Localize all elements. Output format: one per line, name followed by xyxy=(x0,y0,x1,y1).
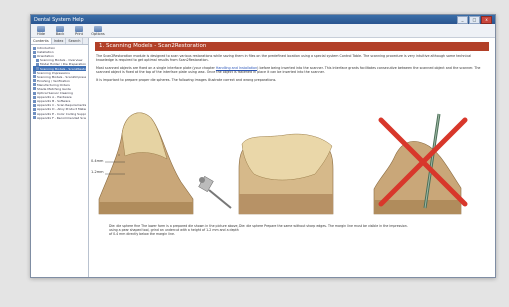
tab-index[interactable]: Index xyxy=(52,38,67,44)
figure-2-caption: Die: die sphere Prepare the same without… xyxy=(239,224,408,228)
book-icon xyxy=(33,103,36,107)
maximize-button[interactable]: □ xyxy=(469,15,480,24)
back-button[interactable]: Back xyxy=(53,25,67,36)
book-icon xyxy=(33,75,36,79)
book-icon xyxy=(33,116,36,120)
book-icon xyxy=(33,54,36,58)
book-icon xyxy=(36,58,39,62)
toolbar: Hide Back Print Options xyxy=(31,24,495,38)
close-button[interactable]: x xyxy=(481,15,492,24)
mounting-text-start: Most scanned objects are fixed on a sing… xyxy=(96,65,215,70)
title-bar: Dental System Help _ □ x xyxy=(31,15,495,24)
book-icon xyxy=(36,67,39,71)
book-icon xyxy=(33,107,36,111)
mounting-paragraph: Most scanned objects are fixed on a sing… xyxy=(96,66,488,75)
handling-link[interactable]: Handling and Installation xyxy=(216,66,257,70)
book-icon xyxy=(33,99,36,103)
tree-item-label: Appendix F - Recommended Scan Setup xyxy=(37,115,86,120)
undercut-height-label: 1-2mm xyxy=(91,170,104,174)
contents-tree: Introduction Installation Orientation Scann… xyxy=(31,45,88,121)
die-illustrations xyxy=(98,112,468,215)
book-icon xyxy=(33,50,36,54)
book-icon xyxy=(33,46,36,50)
undercut-depth-label: 0.4mm xyxy=(91,159,104,163)
tree-item[interactable]: Appendix F - Recommended Scan Setup xyxy=(33,116,86,120)
smooth-die-figure xyxy=(238,133,334,215)
tab-search[interactable]: Search xyxy=(66,38,84,44)
help-window: Dental System Help _ □ x Hide Back Print… xyxy=(30,14,496,278)
intro-paragraph: The Scan2Restoration module is designed … xyxy=(96,54,472,63)
book-icon xyxy=(33,83,36,87)
navigation-pane: Contents Index Search Introduction Instal… xyxy=(31,38,89,277)
book-icon xyxy=(33,79,36,83)
book-icon xyxy=(33,87,36,91)
minimize-button[interactable]: _ xyxy=(457,15,468,24)
options-button[interactable]: Options xyxy=(91,25,105,36)
tab-contents[interactable]: Contents xyxy=(31,38,52,44)
book-icon xyxy=(33,112,36,116)
wrong-die-figure xyxy=(373,113,468,215)
topic-pane: 1. Scanning Models - Scan2Restoration Th… xyxy=(89,38,495,277)
book-icon xyxy=(33,95,36,99)
navigation-tabs: Contents Index Search xyxy=(31,38,88,45)
correct-die-figure xyxy=(98,112,232,215)
grinding-tool-icon xyxy=(198,175,232,209)
window-title: Dental System Help xyxy=(34,16,84,23)
book-icon xyxy=(33,91,36,95)
hide-button[interactable]: Hide xyxy=(34,25,48,36)
print-button[interactable]: Print xyxy=(72,25,86,36)
window-controls: _ □ x xyxy=(457,15,492,24)
book-icon xyxy=(36,62,39,66)
die-sphere-paragraph: It is important to prepare proper die sp… xyxy=(96,77,277,82)
figure-1-caption: Die: die sphere fine The lower form is a… xyxy=(109,224,239,237)
book-icon xyxy=(33,71,36,75)
illustrations: 0.4mm 1-2mm xyxy=(89,104,495,222)
page-title: 1. Scanning Models - Scan2Restoration xyxy=(95,42,489,51)
